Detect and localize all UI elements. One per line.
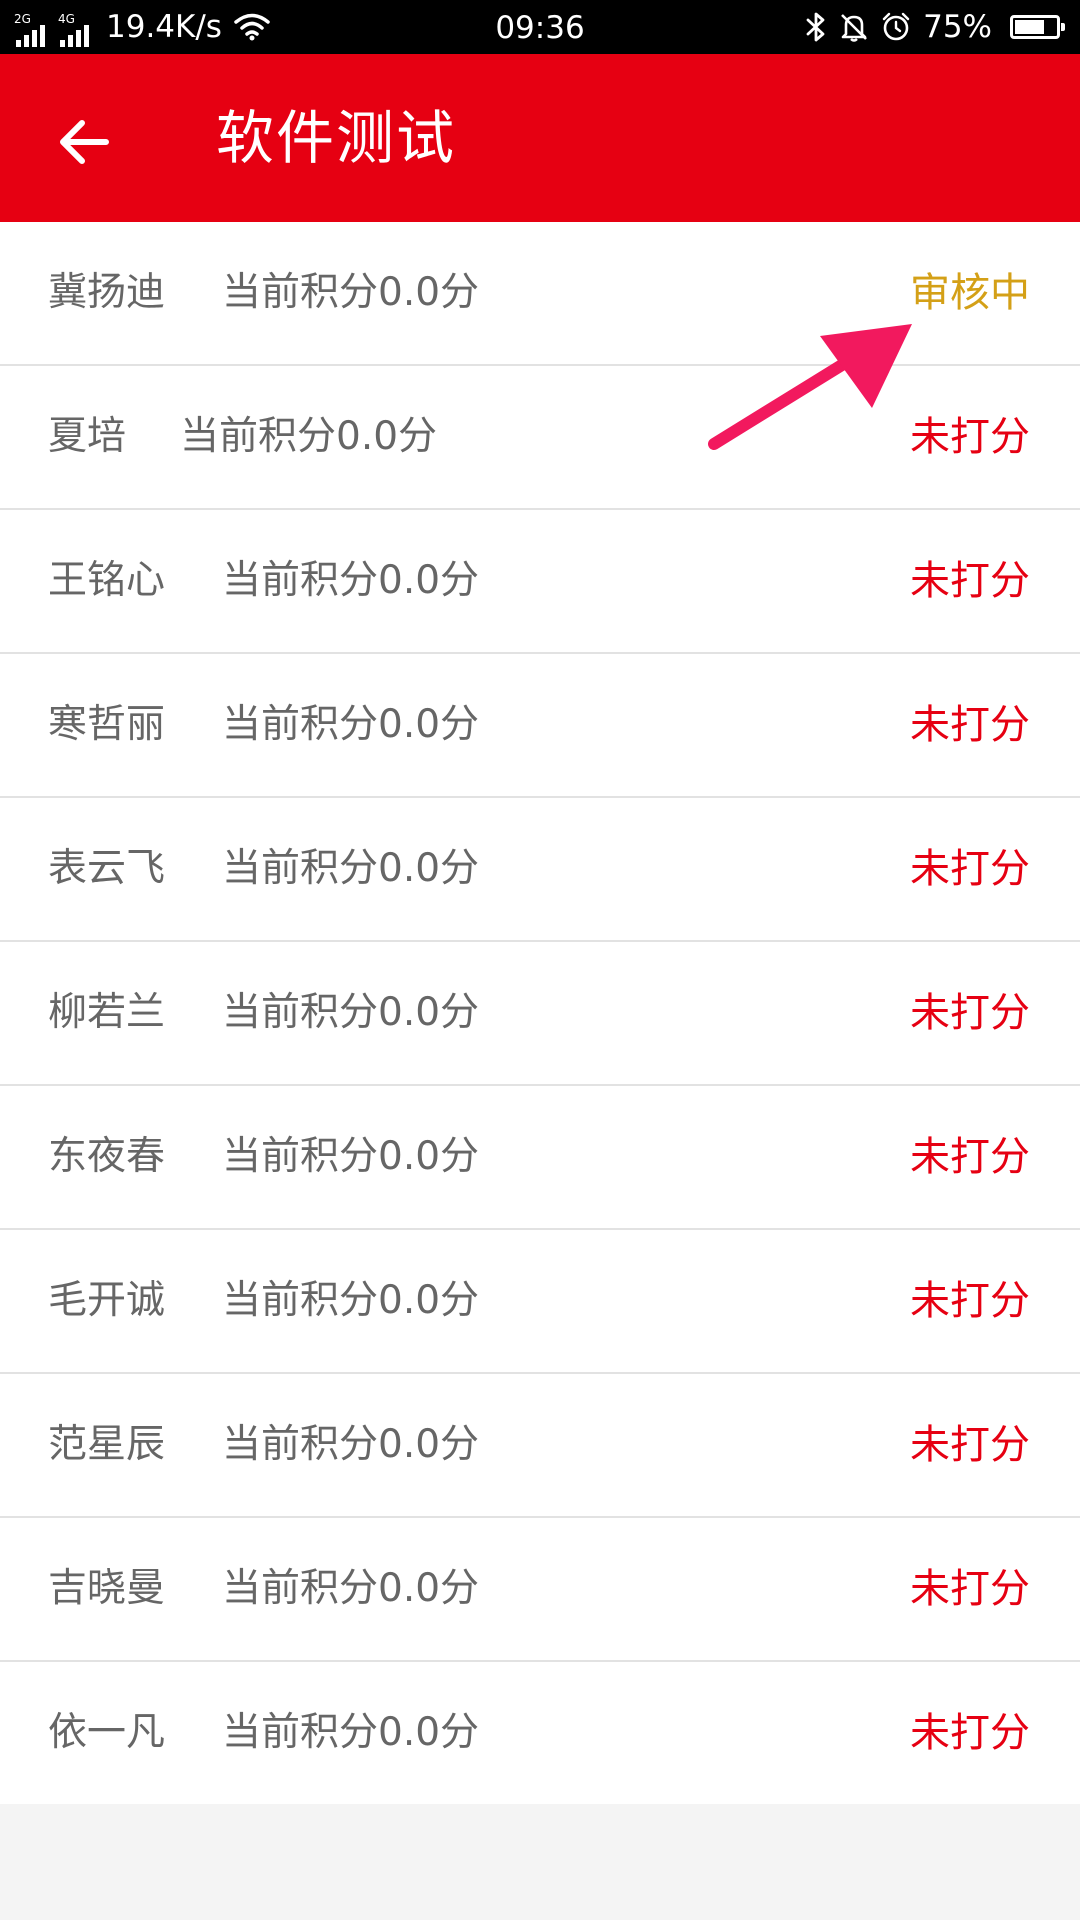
member-name: 夏培 xyxy=(48,414,127,459)
member-name: 柳若兰 xyxy=(48,990,166,1035)
page-title: 软件测试 xyxy=(216,104,457,172)
member-list: 冀扬迪 当前积分0.0分 审核中 夏培 当前积分0.0分 未打分 王铭心 当前积… xyxy=(0,222,1080,1804)
grading-status: 未打分 xyxy=(910,1422,1030,1468)
grading-status: 未打分 xyxy=(910,1278,1030,1324)
member-name: 吉晓曼 xyxy=(48,1566,166,1611)
member-name: 依一凡 xyxy=(48,1710,166,1755)
grading-status: 未打分 xyxy=(910,702,1030,748)
member-score: 当前积分0.0分 xyxy=(222,1278,480,1323)
member-name: 表云飞 xyxy=(48,846,166,891)
member-name: 东夜春 xyxy=(48,1134,166,1179)
member-score: 当前积分0.0分 xyxy=(222,846,480,891)
status-bar: 2G 4G 19.4K/s 09:36 75% xyxy=(0,0,1080,54)
status-bar-right: 75% xyxy=(805,0,1065,54)
list-item[interactable]: 夏培 当前积分0.0分 未打分 xyxy=(0,366,1080,510)
grading-status: 未打分 xyxy=(910,1134,1030,1180)
member-name: 冀扬迪 xyxy=(48,270,166,315)
list-item[interactable]: 东夜春 当前积分0.0分 未打分 xyxy=(0,1086,1080,1230)
back-button[interactable] xyxy=(44,102,124,182)
grading-status: 未打分 xyxy=(910,1566,1030,1612)
member-score: 当前积分0.0分 xyxy=(222,558,480,603)
bluetooth-icon xyxy=(806,12,825,42)
battery-icon xyxy=(1010,15,1065,39)
member-score: 当前积分0.0分 xyxy=(222,1566,480,1611)
member-score: 当前积分0.0分 xyxy=(222,1134,480,1179)
grading-status: 未打分 xyxy=(910,846,1030,892)
list-item[interactable]: 表云飞 当前积分0.0分 未打分 xyxy=(0,798,1080,942)
member-score: 当前积分0.0分 xyxy=(222,702,480,747)
grading-status: 未打分 xyxy=(910,414,1030,460)
alarm-icon xyxy=(882,12,910,41)
member-name: 寒哲丽 xyxy=(48,702,166,747)
list-item[interactable]: 依一凡 当前积分0.0分 未打分 xyxy=(0,1662,1080,1804)
member-name: 毛开诚 xyxy=(48,1278,166,1323)
member-score: 当前积分0.0分 xyxy=(222,1710,480,1755)
list-item[interactable]: 吉晓曼 当前积分0.0分 未打分 xyxy=(0,1518,1080,1662)
list-item[interactable]: 柳若兰 当前积分0.0分 未打分 xyxy=(0,942,1080,1086)
member-score: 当前积分0.0分 xyxy=(222,990,480,1035)
list-item[interactable]: 范星辰 当前积分0.0分 未打分 xyxy=(0,1374,1080,1518)
app-header: 软件测试 xyxy=(0,54,1080,222)
list-item[interactable]: 王铭心 当前积分0.0分 未打分 xyxy=(0,510,1080,654)
mute-icon xyxy=(841,14,868,42)
member-score: 当前积分0.0分 xyxy=(222,1422,480,1467)
arrow-left-icon xyxy=(60,120,109,164)
battery-level-fill xyxy=(1015,20,1044,34)
battery-percent: 75% xyxy=(923,9,992,45)
grading-status: 未打分 xyxy=(910,990,1030,1036)
list-item[interactable]: 毛开诚 当前积分0.0分 未打分 xyxy=(0,1230,1080,1374)
member-score: 当前积分0.0分 xyxy=(180,414,438,459)
grading-status: 未打分 xyxy=(910,558,1030,604)
member-name: 王铭心 xyxy=(48,558,166,603)
list-item[interactable]: 冀扬迪 当前积分0.0分 审核中 xyxy=(0,222,1080,366)
grading-status: 未打分 xyxy=(910,1710,1030,1756)
member-name: 范星辰 xyxy=(48,1422,166,1467)
grading-status: 审核中 xyxy=(910,270,1030,316)
list-item[interactable]: 寒哲丽 当前积分0.0分 未打分 xyxy=(0,654,1080,798)
member-score: 当前积分0.0分 xyxy=(222,270,480,315)
